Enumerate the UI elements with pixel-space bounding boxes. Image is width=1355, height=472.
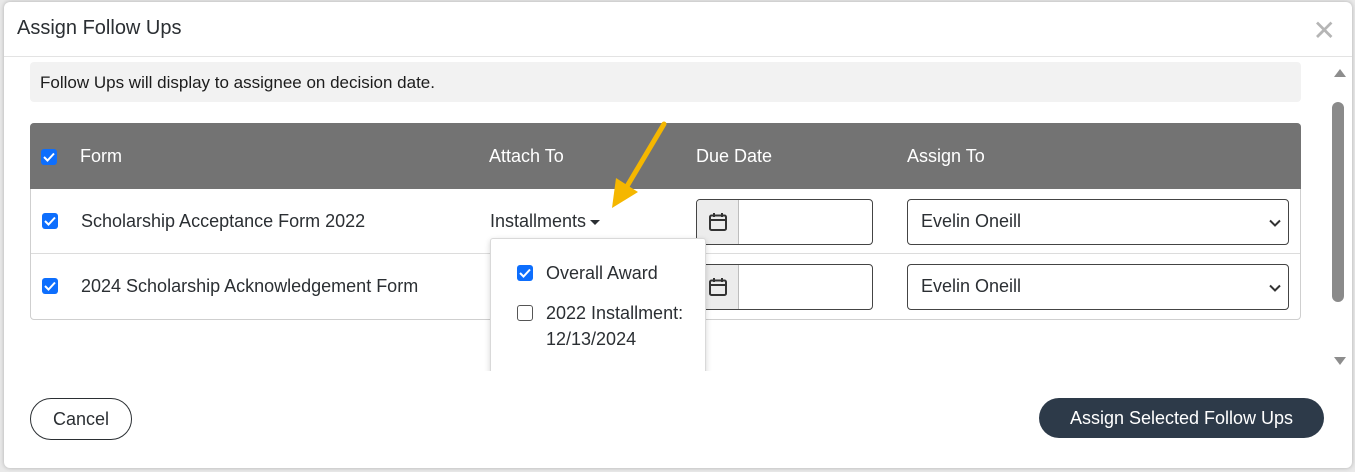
chevron-down-icon bbox=[1269, 219, 1281, 227]
select-all-checkbox[interactable] bbox=[41, 149, 57, 165]
attach-to-dropdown-toggle[interactable]: Installments bbox=[490, 211, 601, 232]
close-icon[interactable]: ✕ bbox=[1313, 17, 1336, 45]
assign-to-select[interactable]: Evelin Oneill bbox=[907, 199, 1289, 245]
row-checkbox[interactable] bbox=[42, 278, 58, 294]
chevron-down-icon bbox=[1269, 284, 1281, 292]
modal-body[interactable]: Follow Ups will display to assignee on d… bbox=[4, 58, 1352, 371]
caret-down-icon bbox=[590, 219, 601, 225]
attach-to-value: Installments bbox=[490, 211, 587, 231]
cancel-button[interactable]: Cancel bbox=[30, 398, 132, 440]
due-date-input[interactable] bbox=[740, 265, 872, 309]
assign-selected-button[interactable]: Assign Selected Follow Ups bbox=[1039, 398, 1324, 438]
dropdown-checkbox[interactable] bbox=[517, 265, 533, 281]
form-name: 2024 Scholarship Acknowledgement Form bbox=[81, 276, 419, 296]
dropdown-item-sublabel: 12/13/2024 bbox=[546, 329, 637, 349]
row-checkbox[interactable] bbox=[42, 213, 58, 229]
modal-footer: Cancel Assign Selected Follow Ups bbox=[4, 372, 1352, 468]
assign-to-value: Evelin Oneill bbox=[921, 276, 1022, 296]
header-attach-to: Attach To bbox=[489, 146, 564, 166]
header-form: Form bbox=[80, 146, 122, 166]
dropdown-item-label: Overall Award bbox=[546, 263, 658, 283]
attach-to-dropdown-menu: Overall Award 2022 Installment: 12/13/20… bbox=[490, 238, 706, 371]
info-message: Follow Ups will display to assignee on d… bbox=[30, 62, 1301, 102]
due-date-picker bbox=[696, 264, 873, 310]
vertical-scrollbar[interactable] bbox=[1326, 58, 1352, 371]
scroll-up-icon[interactable] bbox=[1334, 69, 1346, 77]
assign-follow-ups-modal: Assign Follow Ups ✕ Follow Ups will disp… bbox=[4, 2, 1352, 468]
header-assign-to: Assign To bbox=[907, 146, 985, 166]
modal-title: Assign Follow Ups bbox=[17, 17, 182, 39]
assign-to-select[interactable]: Evelin Oneill bbox=[907, 264, 1289, 310]
modal-header: Assign Follow Ups ✕ bbox=[4, 2, 1352, 57]
form-name: Scholarship Acceptance Form 2022 bbox=[81, 211, 366, 231]
annotation-arrow-icon bbox=[612, 121, 667, 208]
dropdown-item-label: 2022 Installment: bbox=[546, 303, 684, 323]
dropdown-checkbox[interactable] bbox=[517, 305, 533, 321]
scroll-down-icon[interactable] bbox=[1334, 357, 1346, 365]
header-due-date: Due Date bbox=[696, 146, 773, 166]
scrollbar-thumb[interactable] bbox=[1332, 102, 1344, 302]
due-date-input[interactable] bbox=[740, 200, 872, 244]
assign-to-value: Evelin Oneill bbox=[921, 211, 1022, 231]
due-date-picker bbox=[696, 199, 873, 245]
